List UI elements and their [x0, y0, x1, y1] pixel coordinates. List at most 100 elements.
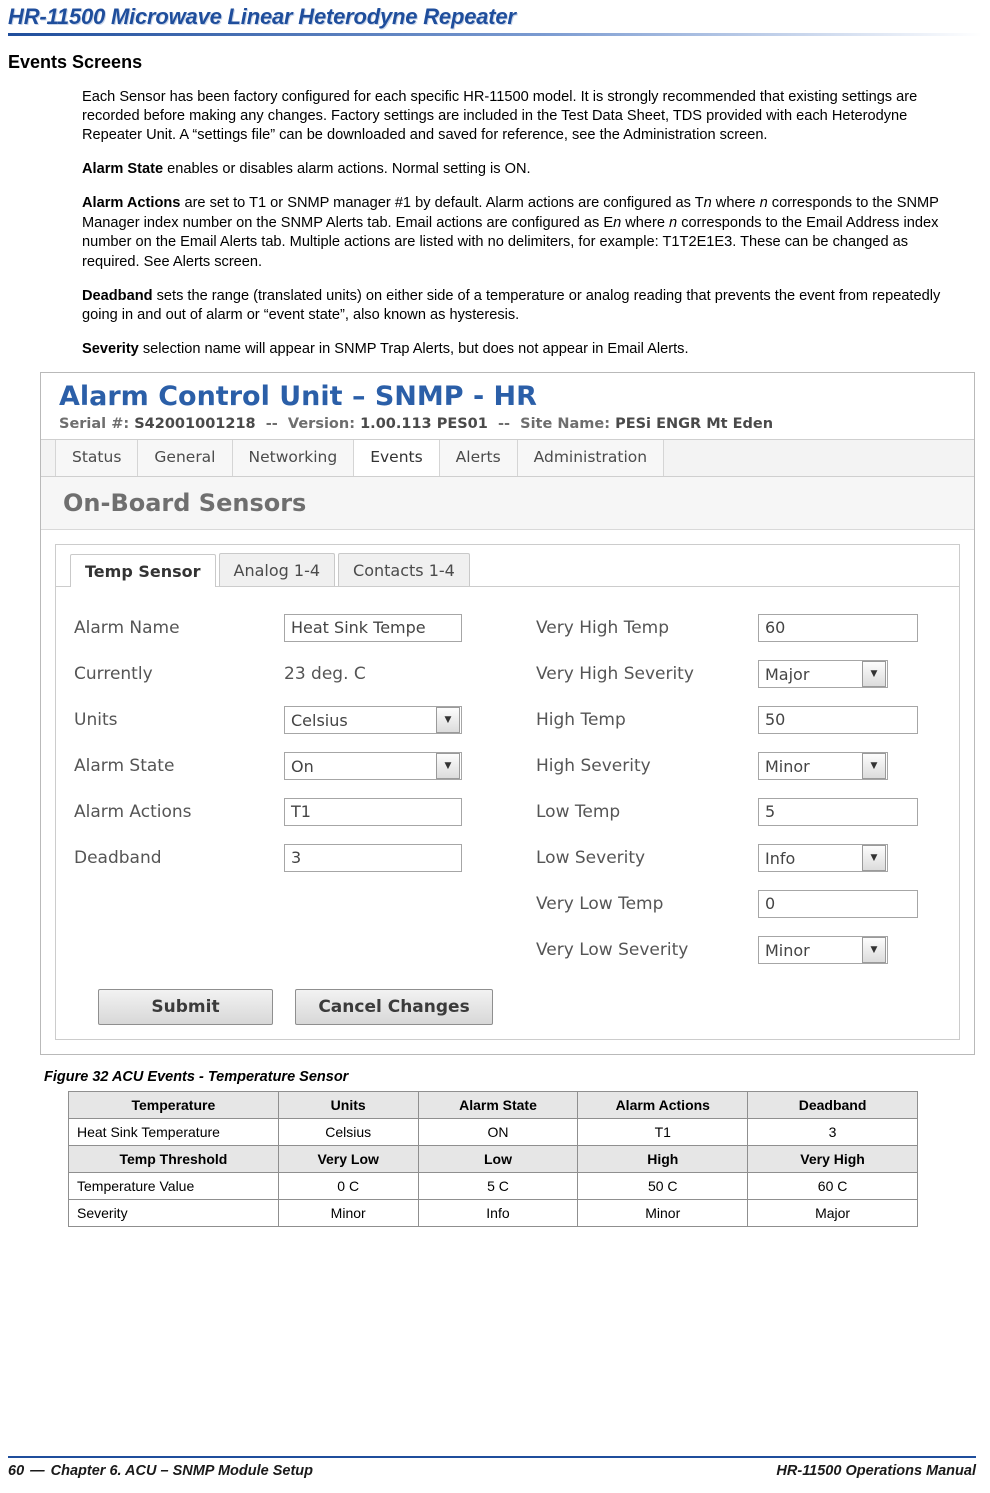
- td-low-severity: Info: [417, 1199, 579, 1228]
- td-units-value: Celsius: [277, 1118, 419, 1147]
- acu-subtitle: Serial #: S42001001218 -- Version: 1.00.…: [41, 414, 974, 439]
- footer-divider: [8, 1456, 976, 1458]
- label-very-low-temp: Very Low Temp: [536, 894, 664, 915]
- select-very-high-severity[interactable]: Major ▼: [758, 660, 888, 689]
- severity-term: Severity: [82, 341, 139, 358]
- label-high-severity: High Severity: [536, 756, 651, 777]
- alarm-actions-italic-3: n: [613, 214, 622, 231]
- input-deadband[interactable]: 3: [284, 844, 462, 873]
- footer-chapter: Chapter 6. ACU – SNMP Module Setup: [50, 1463, 314, 1479]
- alarm-actions-text-4: where: [621, 214, 670, 231]
- th-deadband: Deadband: [747, 1091, 918, 1120]
- chevron-down-icon: ▼: [862, 661, 886, 688]
- field-alarm-name: Alarm Name Heat Sink Tempe: [74, 605, 536, 651]
- th-temperature: Temperature: [68, 1091, 279, 1120]
- input-high-temp[interactable]: 50: [758, 706, 918, 735]
- th-temp-threshold: Temp Threshold: [68, 1145, 279, 1174]
- subtab-temp-sensor[interactable]: Temp Sensor: [70, 554, 216, 588]
- field-very-high-temp: Very High Temp 60: [536, 605, 956, 651]
- select-units[interactable]: Celsius ▼: [284, 706, 462, 735]
- alarm-state-text: enables or disables alarm actions. Norma…: [163, 161, 531, 178]
- tab-alerts[interactable]: Alerts: [438, 440, 518, 477]
- input-very-high-temp[interactable]: 60: [758, 614, 918, 643]
- td-alarm-actions-value: T1: [577, 1118, 749, 1147]
- input-very-low-temp[interactable]: 0: [758, 890, 918, 919]
- input-alarm-actions[interactable]: T1: [284, 798, 462, 827]
- td-high-severity: Minor: [577, 1199, 749, 1228]
- label-currently: Currently: [74, 664, 153, 685]
- document-header-title: HR-11500 Microwave Linear Heterodyne Rep…: [8, 4, 516, 29]
- table-row: Heat Sink Temperature Celsius ON T1 3: [68, 1118, 918, 1147]
- deadband-term: Deadband: [82, 287, 153, 304]
- field-very-low-severity: Very Low Severity Minor ▼: [536, 927, 956, 973]
- td-heat-sink-temperature: Heat Sink Temperature: [68, 1118, 279, 1147]
- tab-status[interactable]: Status: [55, 440, 139, 477]
- tab-events[interactable]: Events: [353, 440, 440, 477]
- submit-button[interactable]: Submit: [98, 989, 273, 1026]
- label-high-temp: High Temp: [536, 710, 626, 731]
- input-low-temp[interactable]: 5: [758, 798, 918, 827]
- th-low: Low: [417, 1145, 579, 1174]
- select-low-severity[interactable]: Info ▼: [758, 844, 888, 873]
- table-row: Temperature Value 0 C 5 C 50 C 60 C: [68, 1172, 918, 1201]
- cancel-changes-button[interactable]: Cancel Changes: [295, 989, 493, 1026]
- field-low-severity: Low Severity Info ▼: [536, 835, 956, 881]
- th-high: High: [577, 1145, 749, 1174]
- form-column-left: Alarm Name Heat Sink Tempe Currently 23 …: [56, 605, 536, 973]
- select-very-low-severity-value: Minor: [765, 940, 810, 960]
- page-number: 60: [8, 1463, 25, 1479]
- select-high-severity[interactable]: Minor ▼: [758, 752, 888, 781]
- alarm-actions-paragraph: Alarm Actions are set to T1 or SNMP mana…: [82, 194, 968, 272]
- version-label: Version:: [287, 416, 356, 433]
- td-low-value: 5 C: [417, 1172, 579, 1201]
- table-header-row-2: Temp Threshold Very Low Low High Very Hi…: [68, 1145, 918, 1174]
- tab-networking[interactable]: Networking: [231, 440, 355, 477]
- subtab-contacts-1-4[interactable]: Contacts 1-4: [338, 553, 470, 587]
- select-very-high-severity-value: Major: [765, 664, 810, 684]
- th-units: Units: [277, 1091, 419, 1120]
- document-footer: 60 — Chapter 6. ACU – SNMP Module Setup …: [8, 1456, 976, 1479]
- field-very-high-severity: Very High Severity Major ▼: [536, 651, 956, 697]
- field-very-low-temp: Very Low Temp 0: [536, 881, 956, 927]
- select-high-severity-value: Minor: [765, 756, 810, 776]
- label-deadband: Deadband: [74, 848, 162, 869]
- td-very-high-value: 60 C: [747, 1172, 918, 1201]
- tab-general[interactable]: General: [137, 440, 233, 477]
- alarm-state-paragraph: Alarm State enables or disables alarm ac…: [82, 160, 968, 179]
- tab-administration[interactable]: Administration: [516, 440, 665, 477]
- label-low-severity: Low Severity: [536, 848, 646, 869]
- acu-title: Alarm Control Unit – SNMP - HR: [59, 381, 537, 413]
- label-low-temp: Low Temp: [536, 802, 621, 823]
- th-very-low: Very Low: [277, 1145, 419, 1174]
- temperature-settings-table: Temperature Units Alarm State Alarm Acti…: [68, 1091, 918, 1228]
- sensor-card: Temp Sensor Analog 1-4 Contacts 1-4 Alar…: [55, 544, 960, 1041]
- td-temperature-value: Temperature Value: [68, 1172, 279, 1201]
- label-alarm-actions: Alarm Actions: [74, 802, 192, 823]
- alarm-actions-italic-4: n: [669, 214, 678, 231]
- severity-text: selection name will appear in SNMP Trap …: [138, 341, 689, 358]
- label-very-low-severity: Very Low Severity: [536, 940, 689, 961]
- panel-heading: On-Board Sensors: [41, 477, 974, 531]
- site-name-value: PESi ENGR Mt Eden: [615, 416, 774, 433]
- alarm-actions-italic-2: n: [759, 195, 768, 212]
- field-low-temp: Low Temp 5: [536, 789, 956, 835]
- subtab-analog-1-4[interactable]: Analog 1-4: [218, 553, 336, 587]
- form-column-right: Very High Temp 60 Very High Severity Maj…: [536, 605, 956, 973]
- label-very-high-severity: Very High Severity: [536, 664, 694, 685]
- select-alarm-state[interactable]: On ▼: [284, 752, 462, 781]
- input-alarm-name[interactable]: Heat Sink Tempe: [284, 614, 462, 643]
- select-very-low-severity[interactable]: Minor ▼: [758, 936, 888, 965]
- td-deadband-value: 3: [747, 1118, 918, 1147]
- td-very-low-severity: Minor: [277, 1199, 419, 1228]
- th-alarm-actions: Alarm Actions: [577, 1091, 749, 1120]
- document-header: HR-11500 Microwave Linear Heterodyne Rep…: [0, 0, 990, 36]
- chevron-down-icon: ▼: [862, 937, 886, 964]
- alarm-actions-text-1: are set to T1 or SNMP manager #1 by defa…: [180, 195, 704, 212]
- serial-value: S42001001218: [134, 416, 256, 433]
- td-very-low-value: 0 C: [277, 1172, 419, 1201]
- footer-manual-title: HR-11500 Operations Manual: [776, 1463, 976, 1479]
- alarm-actions-italic-1: n: [703, 195, 712, 212]
- version-value: 1.00.113 PES01: [360, 416, 488, 433]
- field-currently: Currently 23 deg. C: [74, 651, 536, 697]
- sensor-form: Alarm Name Heat Sink Tempe Currently 23 …: [56, 587, 959, 973]
